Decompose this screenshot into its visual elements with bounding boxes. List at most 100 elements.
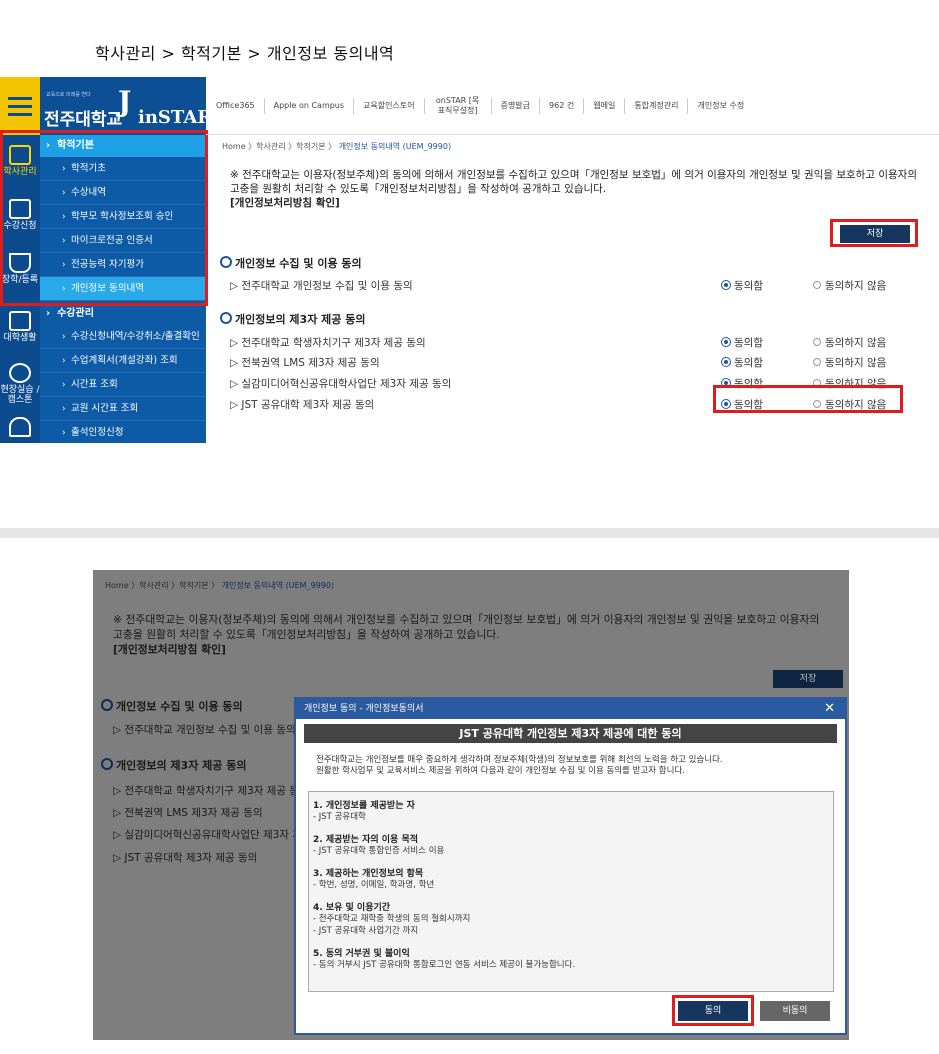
term-detail: - JST 공유대학: [313, 812, 366, 822]
radio-label: 동의함: [734, 357, 763, 369]
breadcrumb-current: 개인정보 동의내역 (UEM_9990): [338, 142, 452, 151]
category-internship[interactable]: 현장실습 / 캠스톤: [0, 357, 40, 407]
certificate-link[interactable]: 증명발급: [501, 100, 530, 111]
menu-item[interactable]: 수강신청내역/수강취소/출결확인: [40, 325, 206, 349]
menu-item-label: 수업계획서(개설강좌) 조회: [71, 355, 178, 366]
consent-row-label: ▷ 전북권역 LMS 제3자 제공 동의: [113, 807, 263, 819]
section-collect-consent: 개인정보 수집 및 이용 동의: [101, 698, 243, 714]
hamburger-icon[interactable]: [0, 77, 40, 135]
radio-empty-icon: [813, 338, 821, 346]
profile-edit-link[interactable]: 개인정보 수정: [697, 100, 744, 111]
consent-row-label: ▷ 전주대학교 개인정보 수집 및 이용 동의: [230, 280, 413, 292]
menu-item[interactable]: 교원 시간표 조회: [40, 397, 206, 421]
radio-label: 동의함: [734, 337, 763, 349]
term-heading: 4. 보유 및 이용기간: [313, 903, 391, 913]
consent-row-label: ▷ 전주대학교 학생자치기구 제3자 제공 동의: [230, 337, 426, 349]
menu-item[interactable]: 수업계획서(개설강좌) 조회: [40, 349, 206, 373]
category-label: 대학생활: [3, 333, 37, 343]
page-breadcrumb: 학사관리 > 학적기본 > 개인정보 동의내역: [95, 44, 395, 63]
term-heading: 1. 개인정보를 제공받는 자: [313, 801, 415, 811]
section-third-party-consent: 개인정보의 제3자 제공 동의: [101, 757, 246, 773]
privacy-notice: ※ 전주대학교는 이용자(정보주체)의 동의에 의해서 개인정보를 수집하고 있…: [113, 612, 843, 657]
logo[interactable]: 교육으로 미래를 연다 전주대학교 J inSTAR: [40, 77, 212, 135]
logo-mark-icon: J: [118, 85, 132, 118]
breadcrumb-path: Home 〉학사관리 〉학적기본 〉: [105, 581, 220, 590]
modal-header: 개인정보 동의 - 개인정보동의서 ✕: [296, 699, 845, 719]
menu-item-label: 수강신청내역/수강취소/출결확인: [71, 331, 200, 342]
menu-item[interactable]: 시간표 조회: [40, 373, 206, 397]
main-content: Home 〉학사관리 〉학적기본 〉 개인정보 동의내역 (UEM_9990) …: [206, 135, 939, 443]
apple-campus-link[interactable]: Apple on Campus: [274, 101, 344, 110]
agree-highlight-box: [672, 995, 754, 1026]
modal-header-title: 개인정보 동의 - 개인정보동의서: [304, 704, 424, 714]
section-collect-consent: 개인정보 수집 및 이용 동의: [220, 255, 362, 271]
policy-link[interactable]: [개인정보처리방침 확인]: [113, 642, 843, 657]
consent-row-label: ▷ JST 공유대학 제3자 제공 동의: [230, 399, 375, 411]
save-button[interactable]: 저장: [773, 670, 843, 688]
onstar-link[interactable]: onSTAR [목표직무설정]: [434, 96, 482, 116]
category-more[interactable]: [0, 411, 40, 443]
radio-empty-icon: [813, 281, 821, 289]
disagree-radio[interactable]: 동의하지 않음: [813, 355, 886, 370]
term-heading: 5. 동의 거부권 및 불이익: [313, 949, 410, 959]
message-count[interactable]: 962 건: [549, 100, 574, 111]
close-icon[interactable]: ✕: [824, 699, 835, 719]
menu-group-label: 수강관리: [57, 308, 94, 319]
modal-title: JST 공유대학 개인정보 제3자 제공에 대한 동의: [304, 724, 837, 743]
consent-modal: 개인정보 동의 - 개인정보동의서 ✕ JST 공유대학 개인정보 제3자 제공에…: [294, 697, 847, 1035]
category-label: 현장실습 / 캠스톤: [0, 385, 40, 405]
term-heading: 2. 제공받는 자의 이용 목적: [313, 835, 419, 845]
menu-highlight-box: [0, 130, 208, 306]
section-divider: [0, 528, 939, 538]
consent-terms-box[interactable]: 1. 개인정보를 제공받는 자 - JST 공유대학 2. 제공받는 자의 이용…: [308, 791, 834, 992]
radio-selected-icon: [722, 338, 730, 346]
menu-item[interactable]: 출석인정신청: [40, 421, 206, 443]
edu-store-link[interactable]: 교육할인스토어: [363, 100, 415, 111]
logo-school-name: 전주대학교: [44, 110, 123, 130]
term-detail: - JST 공유대학 사업기간 까지: [313, 926, 419, 936]
policy-link[interactable]: [개인정보처리방침 확인]: [230, 196, 930, 210]
graduation-cap-icon: [9, 417, 31, 437]
office365-link[interactable]: Office365: [216, 101, 255, 110]
radio-label: 동의하지 않음: [825, 280, 887, 292]
consent-row-label: ▷ 전북권역 LMS 제3자 제공 동의: [230, 357, 380, 369]
content-breadcrumb: Home 〉학사관리 〉학적기본 〉 개인정보 동의내역 (UEM_9990): [105, 580, 334, 591]
radio-label: 동의하지 않음: [825, 337, 887, 349]
term-detail: - 전주대학교 재학중 학생의 동의 철회시까지: [313, 914, 471, 924]
disagree-button[interactable]: 비동의: [760, 1001, 830, 1021]
section-third-party-consent: 개인정보의 제3자 제공 동의: [220, 311, 365, 327]
notice-line: ※ 전주대학교는 이용자(정보주체)의 동의에 의해서 개인정보를 수집하고 있…: [113, 613, 820, 626]
agree-radio[interactable]: 동의함: [722, 278, 763, 293]
radio-selected-icon: [722, 281, 730, 289]
webmail-link[interactable]: 웹메일: [593, 100, 615, 111]
disagree-radio[interactable]: 동의하지 않음: [813, 335, 886, 350]
menu-group-course[interactable]: › 수강관리: [40, 303, 206, 325]
menu-item-label: 시간표 조회: [71, 379, 118, 390]
logo-app-name: inSTAR: [138, 107, 213, 128]
save-highlight-box: [830, 219, 918, 247]
notice-line: 고충을 원활히 처리할 수 있도록「개인정보처리방침」을 작성하여 공개하고 있…: [113, 628, 500, 641]
notice-line: ※ 전주대학교는 이용자(정보주체)의 동의에 의해서 개인정보를 수집하고 있…: [230, 169, 917, 181]
agree-radio[interactable]: 동의함: [722, 335, 763, 350]
privacy-notice: ※ 전주대학교는 이용자(정보주체)의 동의에 의해서 개인정보를 수집하고 있…: [230, 168, 930, 210]
content-breadcrumb: Home 〉학사관리 〉학적기본 〉 개인정보 동의내역 (UEM_9990): [222, 141, 451, 152]
agree-radio[interactable]: 동의함: [722, 355, 763, 370]
account-link[interactable]: 통합계정관리: [634, 100, 678, 111]
radio-label: 동의함: [734, 280, 763, 292]
menu-item-label: 교원 시간표 조회: [71, 403, 139, 414]
person-icon: [9, 363, 31, 383]
menu-item-label: 출석인정신청: [71, 427, 124, 438]
intro-line: 전주대학교는 개인정보를 매우 중요하게 생각하며 정보주체(학생)의 정보보호…: [316, 755, 723, 765]
top-toolbar: Office365 Apple on Campus 교육할인스토어 onSTAR…: [206, 77, 939, 135]
term-detail: - JST 공유대학 통합인증 서비스 이용: [313, 846, 445, 856]
notice-line: 고충을 원활히 처리할 수 있도록「개인정보처리방침」을 작성하여 공개하고 있…: [230, 183, 607, 195]
disagree-radio[interactable]: 동의하지 않음: [813, 278, 886, 293]
jst-consent-highlight-box: [713, 385, 903, 413]
radio-empty-icon: [813, 358, 821, 366]
modal-intro: 전주대학교는 개인정보를 매우 중요하게 생각하며 정보주체(학생)의 정보보호…: [316, 755, 845, 777]
document-icon: [9, 311, 31, 331]
consent-row-label: ▷ 전주대학교 학생자치기구 제3자 제공 동의: [113, 785, 309, 797]
category-campus-life[interactable]: 대학생활: [0, 305, 40, 355]
modal-screenshot: Home 〉학사관리 〉학적기본 〉 개인정보 동의내역 (UEM_9990) …: [93, 570, 849, 1040]
consent-row-label: ▷ 전주대학교 개인정보 수집 및 이용 동의: [113, 724, 296, 736]
